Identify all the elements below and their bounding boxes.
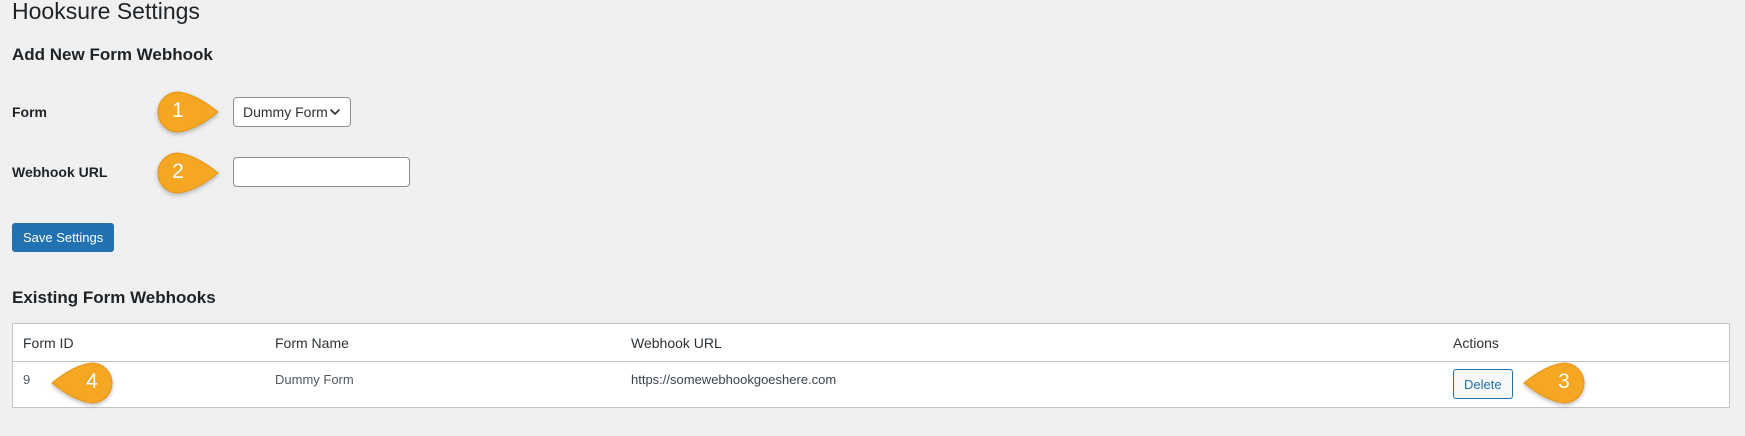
form-select[interactable]: Dummy Form (233, 97, 351, 127)
existing-section-title: Existing Form Webhooks (12, 288, 216, 307)
page-title: Hooksure Settings (12, 0, 200, 24)
cell-form-id: 9 (23, 372, 31, 387)
callout-number: 3 (1558, 370, 1570, 393)
cell-form-name: Dummy Form (275, 372, 354, 387)
table-row: 9 Dummy Form https://somewebhookgoeshere… (13, 362, 1729, 408)
save-settings-button[interactable]: Save Settings (12, 223, 115, 252)
column-header-form-name: Form Name (275, 335, 349, 351)
callout-marker-3: 3 (1516, 361, 1586, 405)
column-header-form-id: Form ID (23, 335, 74, 351)
chevron-down-icon (330, 109, 340, 115)
add-section-title: Add New Form Webhook (12, 45, 213, 64)
callout-number: 1 (172, 99, 184, 122)
callout-marker-4: 4 (44, 361, 114, 405)
callout-number: 2 (172, 160, 184, 183)
callout-marker-1: 1 (156, 90, 226, 134)
table-header-row: Form ID Form Name Webhook URL Actions (13, 324, 1729, 362)
webhook-url-label: Webhook URL (12, 164, 108, 180)
delete-button[interactable]: Delete (1453, 369, 1513, 399)
callout-number: 4 (86, 370, 98, 393)
form-label: Form (12, 104, 47, 120)
webhooks-table: Form ID Form Name Webhook URL Actions 9 … (12, 323, 1730, 408)
column-header-actions: Actions (1453, 335, 1499, 351)
column-header-webhook-url: Webhook URL (631, 335, 722, 351)
webhook-url-input[interactable] (233, 157, 410, 187)
form-select-value: Dummy Form (243, 104, 328, 120)
callout-marker-2: 2 (156, 151, 226, 195)
cell-webhook-url: https://somewebhookgoeshere.com (631, 372, 837, 387)
